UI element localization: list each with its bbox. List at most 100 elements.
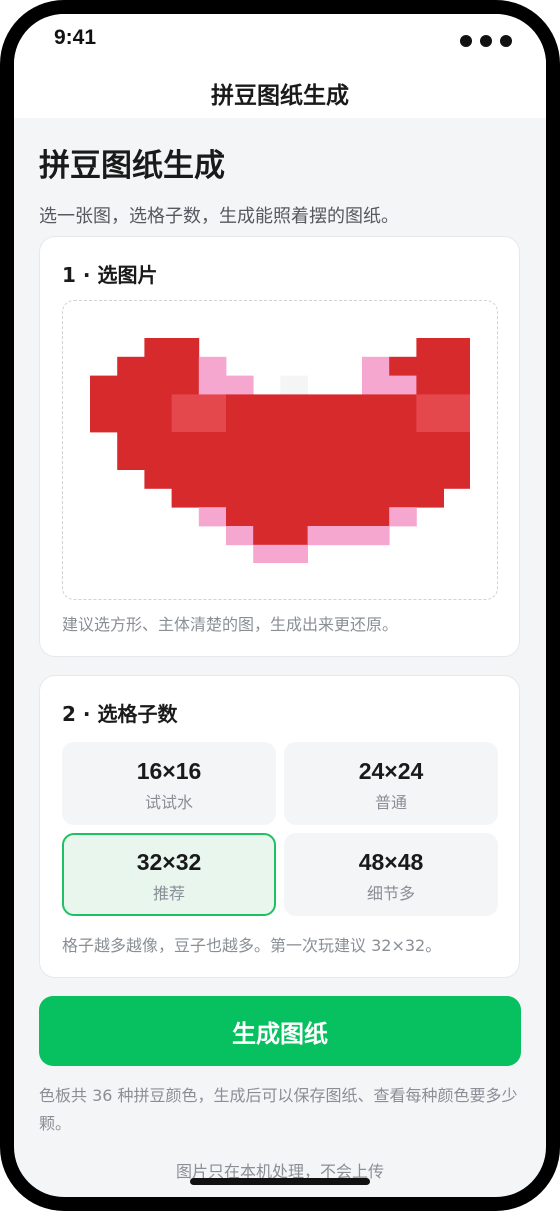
pixel-cell [117,394,145,414]
pixel-cell [226,469,254,489]
pixel-cell [226,432,254,452]
select-image-title: 1 · 选图片 [62,263,158,287]
pixel-cell [90,375,118,395]
grid-option-desc: 推荐 [152,884,185,903]
status-bar: 9:41 [14,14,546,70]
pixel-cell [171,413,200,433]
pixel-cell [280,526,308,546]
pixel-cell [307,450,336,470]
pixel-cell [253,413,281,433]
page-title: 拼豆图纸生成 [39,148,225,184]
pixel-cell [90,394,118,414]
pixel-cell [416,488,444,508]
pixel-cell [362,469,390,489]
pixel-cell [362,375,390,395]
grid-size-options: 16×16 试试水 24×24 普通 32×32 推荐 48×48 细节多 [62,742,498,916]
pixel-cell [443,432,470,452]
pixel-cell [307,394,336,414]
pixel-cell [144,375,172,395]
status-dot-icon [460,35,472,47]
pixel-cell [307,526,336,546]
pixel-cell [389,413,417,433]
nav-bar: 拼豆图纸生成 [14,70,546,118]
pixel-cell [334,413,363,433]
pixel-cell [307,413,336,433]
pixel-cell [362,356,390,376]
grid-option-size: 24×24 [358,758,424,784]
pixel-cell [362,413,390,433]
pixel-cell [280,375,308,395]
pixel-cell [362,488,390,508]
pixel-cell [117,413,145,433]
pixel-cell [389,432,417,452]
pixel-cell [253,469,281,489]
pixel-cell [226,375,254,395]
pixel-cell [280,488,308,508]
pixel-cell [171,375,200,395]
pixel-heart-image [90,338,470,563]
pixel-cell [443,356,470,376]
home-indicator [190,1178,370,1185]
pixel-cell [334,469,363,489]
pixel-cell [253,526,281,546]
pixel-cell [389,488,417,508]
pixel-cell [334,488,363,508]
grid-option-48[interactable]: 48×48 细节多 [284,833,498,916]
pixel-cell [198,488,227,508]
grid-option-desc: 普通 [374,793,407,812]
pixel-cell [171,488,200,508]
pixel-cell [90,413,118,433]
pixel-cell [389,469,417,489]
pixel-cell [171,356,200,376]
pixel-cell [171,450,200,470]
pixel-cell [198,450,227,470]
phone-frame: 9:41 拼豆图纸生成 拼豆图纸生成 选一张图，选格子数，生成能照着摆的图纸。 … [0,0,560,1211]
pixel-cell [117,432,145,452]
pixel-cell [171,469,200,489]
pixel-cell [416,394,444,414]
pixel-cell [362,526,390,546]
page-subtitle: 选一张图，选格子数，生成能照着摆的图纸。 [39,206,399,227]
pixel-cell [226,488,254,508]
pixel-cell [362,394,390,414]
pixel-cell [307,488,336,508]
pixel-cell [443,413,470,433]
pixel-cell [198,413,227,433]
pixel-cell [253,432,281,452]
pixel-cell [362,507,390,527]
pixel-cell [144,394,172,414]
pixel-cell [307,432,336,452]
status-indicators [460,35,512,47]
grid-option-24[interactable]: 24×24 普通 [284,742,498,825]
pixel-cell [416,469,444,489]
pixel-cell [117,356,145,376]
generate-button[interactable]: 生成图纸 [39,996,521,1066]
pixel-cell [171,394,200,414]
pixel-cell [280,413,308,433]
pixel-cell [389,375,417,395]
pixel-cell [144,338,172,358]
pixel-cell [389,394,417,414]
pixel-cell [443,375,470,395]
pixel-cell [416,375,444,395]
grid-option-desc: 细节多 [366,884,415,903]
pixel-cell [198,507,227,527]
pixel-cell [416,338,444,358]
grid-size-title: 2 · 选格子数 [62,702,178,726]
pixel-cell [226,526,254,546]
grid-option-32[interactable]: 32×32 推荐 [62,833,276,916]
pixel-cell [171,338,200,358]
pixel-cell [253,544,281,563]
image-picker[interactable] [62,300,498,600]
pixel-cell [253,488,281,508]
pixel-cell [280,507,308,527]
pixel-cell [280,544,308,563]
grid-option-size: 16×16 [136,758,202,784]
grid-option-size: 32×32 [136,849,202,875]
pixel-cell [226,450,254,470]
pixel-cell [280,394,308,414]
grid-option-16[interactable]: 16×16 试试水 [62,742,276,825]
pixel-cell [362,432,390,452]
grid-size-card: 2 · 选格子数 16×16 试试水 24×24 普通 32×32 推荐 48×… [39,675,520,978]
pixel-cell [307,469,336,489]
